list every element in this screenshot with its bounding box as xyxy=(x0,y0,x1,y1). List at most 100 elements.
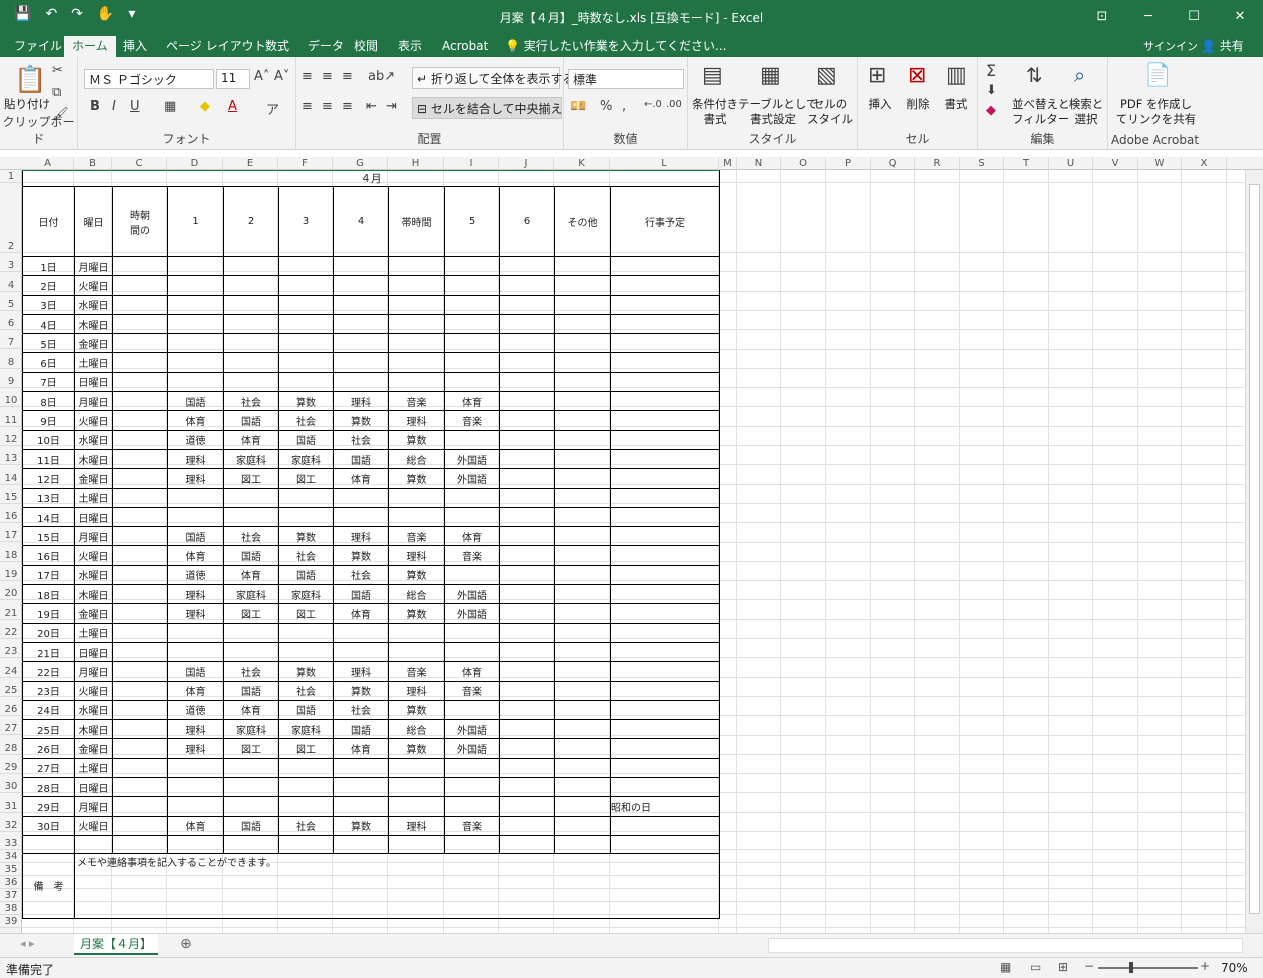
schedule-cell[interactable] xyxy=(278,275,334,296)
column-header-P[interactable]: P xyxy=(826,157,871,170)
schedule-cell[interactable]: 算数 xyxy=(278,661,334,682)
schedule-cell[interactable]: 2日 xyxy=(22,275,75,296)
schedule-cell[interactable]: 3日 xyxy=(22,294,75,315)
column-header-J[interactable]: J xyxy=(499,157,554,170)
schedule-cell[interactable]: 26日 xyxy=(22,738,75,759)
schedule-cell[interactable] xyxy=(554,661,611,682)
schedule-cell[interactable] xyxy=(112,719,168,740)
schedule-cell[interactable] xyxy=(444,487,500,508)
schedule-cell[interactable]: 体育 xyxy=(167,680,224,701)
schedule-cell[interactable] xyxy=(112,352,168,373)
schedule-cell[interactable]: 4日 xyxy=(22,313,75,335)
schedule-cell[interactable] xyxy=(112,815,168,836)
schedule-cell[interactable] xyxy=(388,834,445,854)
schedule-cell[interactable]: 算数 xyxy=(278,391,334,412)
row-header-37[interactable]: 37 xyxy=(0,889,22,902)
column-header-X[interactable]: X xyxy=(1182,157,1227,170)
schedule-cell[interactable]: 社会 xyxy=(223,526,279,547)
schedule-cell[interactable] xyxy=(223,294,279,315)
schedule-cell[interactable] xyxy=(167,777,224,798)
schedule-cell[interactable] xyxy=(444,564,500,586)
schedule-cell[interactable]: 24日 xyxy=(22,699,75,721)
signin-link[interactable]: サインイン xyxy=(1143,38,1198,54)
schedule-cell[interactable] xyxy=(499,313,555,335)
schedule-cell[interactable] xyxy=(388,757,445,779)
sort-filter-icon[interactable]: ⇅ xyxy=(1026,63,1043,87)
minimize-icon[interactable]: ─ xyxy=(1125,0,1171,33)
schedule-cell[interactable]: 土曜日 xyxy=(74,352,113,373)
schedule-cell[interactable] xyxy=(333,352,389,373)
schedule-cell[interactable] xyxy=(444,275,500,296)
vertical-scroll-thumb[interactable] xyxy=(1249,184,1260,914)
column-header-R[interactable]: R xyxy=(915,157,960,170)
column-header-V[interactable]: V xyxy=(1093,157,1138,170)
schedule-cell[interactable]: 火曜日 xyxy=(74,275,113,296)
header-cell[interactable]: 4 xyxy=(333,186,389,257)
font-name-combo[interactable]: ＭＳ Ｐゴシック xyxy=(84,69,214,89)
schedule-cell[interactable] xyxy=(554,487,611,508)
schedule-cell[interactable] xyxy=(554,815,611,836)
schedule-cell[interactable]: 理科 xyxy=(388,815,445,836)
schedule-cell[interactable]: 金曜日 xyxy=(74,738,113,759)
row-header-2[interactable]: 2 xyxy=(0,183,22,253)
column-header-W[interactable]: W xyxy=(1138,157,1182,170)
remarks-text[interactable]: メモや連絡事項を記入することができます。 xyxy=(73,852,721,919)
schedule-cell[interactable] xyxy=(223,352,279,373)
schedule-cell[interactable] xyxy=(444,313,500,335)
schedule-cell[interactable]: 理科 xyxy=(167,584,224,605)
format-table-icon[interactable]: ▦ xyxy=(760,63,781,88)
header-cell[interactable]: 5 xyxy=(444,186,500,257)
schedule-cell[interactable] xyxy=(499,699,555,721)
schedule-cell[interactable]: 算数 xyxy=(333,680,389,701)
schedule-cell[interactable] xyxy=(554,545,611,566)
schedule-cell[interactable] xyxy=(554,757,611,779)
schedule-cell[interactable]: 体育 xyxy=(444,526,500,547)
schedule-cell[interactable] xyxy=(112,333,168,354)
schedule-cell[interactable] xyxy=(167,313,224,335)
column-header-C[interactable]: C xyxy=(112,157,167,170)
schedule-cell[interactable]: 金曜日 xyxy=(74,333,113,354)
schedule-cell[interactable] xyxy=(554,834,611,854)
schedule-cell[interactable] xyxy=(499,429,555,450)
schedule-cell[interactable] xyxy=(444,777,500,798)
schedule-cell[interactable]: 20日 xyxy=(22,622,75,643)
row-header-13[interactable]: 13 xyxy=(0,446,22,466)
header-cell[interactable]: 帯時間 xyxy=(388,186,445,257)
row-header-10[interactable]: 10 xyxy=(0,388,22,408)
schedule-cell[interactable] xyxy=(333,757,389,779)
italic-icon[interactable]: I xyxy=(112,99,116,114)
zoom-in-icon[interactable]: + xyxy=(1200,959,1210,973)
schedule-cell[interactable] xyxy=(278,641,334,663)
row-header-7[interactable]: 7 xyxy=(0,330,22,350)
schedule-cell[interactable] xyxy=(499,719,555,740)
schedule-cell[interactable]: 社会 xyxy=(278,545,334,566)
zoom-slider[interactable] xyxy=(1098,967,1198,969)
increase-indent-icon[interactable]: ⇥ xyxy=(386,99,397,114)
schedule-cell[interactable] xyxy=(554,255,611,277)
schedule-cell[interactable] xyxy=(444,255,500,277)
schedule-cell[interactable] xyxy=(278,313,334,335)
schedule-cell[interactable] xyxy=(112,429,168,450)
schedule-cell[interactable] xyxy=(223,487,279,508)
schedule-cell[interactable] xyxy=(112,275,168,296)
header-cell[interactable]: 曜日 xyxy=(74,186,113,257)
schedule-cell[interactable] xyxy=(112,410,168,431)
schedule-cell[interactable] xyxy=(112,468,168,489)
schedule-cell[interactable] xyxy=(499,661,555,682)
schedule-cell[interactable]: 体育 xyxy=(223,429,279,450)
cell-styles-icon[interactable]: ▧ xyxy=(816,63,837,88)
schedule-cell[interactable] xyxy=(388,796,445,817)
schedule-cell[interactable] xyxy=(112,313,168,335)
schedule-cell[interactable] xyxy=(554,506,611,528)
schedule-cell[interactable]: 25日 xyxy=(22,719,75,740)
row-header-20[interactable]: 20 xyxy=(0,581,22,601)
schedule-cell[interactable]: 7日 xyxy=(22,371,75,393)
schedule-cell[interactable]: 月曜日 xyxy=(74,526,113,547)
create-pdf-button[interactable]: PDF を作成し てリンクを共有 xyxy=(1110,97,1202,127)
schedule-cell[interactable]: 水曜日 xyxy=(74,699,113,721)
schedule-cell[interactable]: 月曜日 xyxy=(74,796,113,817)
schedule-cell[interactable]: 1日 xyxy=(22,255,75,277)
schedule-cell[interactable] xyxy=(609,391,721,412)
tell-me-box[interactable]: 💡 実行したい作業を入力してください... xyxy=(505,37,727,54)
schedule-cell[interactable]: 理科 xyxy=(167,468,224,489)
